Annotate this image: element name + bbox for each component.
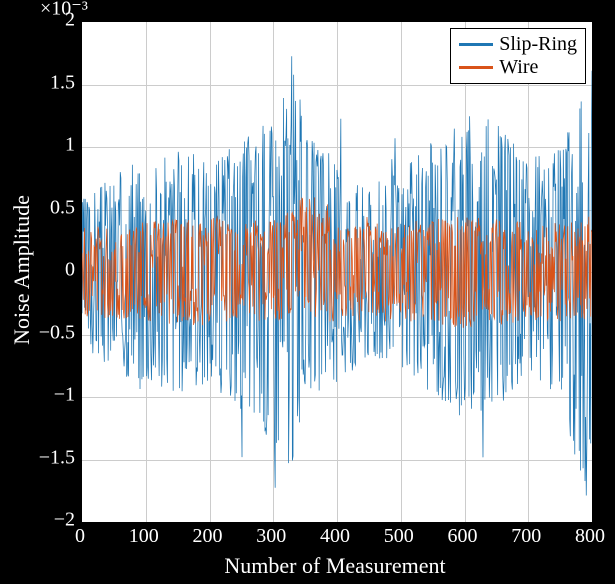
x-tick-label: 500 <box>384 525 414 548</box>
y-tick-label: 1 <box>15 134 75 157</box>
x-tick-label: 100 <box>129 525 159 548</box>
legend-swatch-wire <box>459 66 493 69</box>
y-axis-label: Noise Amplitude <box>9 195 35 345</box>
x-tick-label: 400 <box>320 525 350 548</box>
x-axis-label: Number of Measurement <box>224 553 445 579</box>
y-tick-label: −1 <box>15 384 75 407</box>
legend-item-wire: Wire <box>459 56 577 79</box>
legend-swatch-slip-ring <box>459 43 493 46</box>
x-tick-label: 700 <box>511 525 541 548</box>
legend-label: Wire <box>499 56 538 79</box>
x-tick-label: 0 <box>75 525 85 548</box>
x-tick-label: 200 <box>193 525 223 548</box>
y-tick-label: 2 <box>15 9 75 32</box>
legend: Slip-Ring Wire <box>450 28 586 84</box>
y-tick-label: −1.5 <box>15 446 75 469</box>
plot-area: Slip-Ring Wire <box>80 20 594 524</box>
x-tick-label: 300 <box>256 525 286 548</box>
legend-item-slip-ring: Slip-Ring <box>459 33 577 56</box>
legend-label: Slip-Ring <box>499 33 577 56</box>
chart-canvas <box>82 22 592 522</box>
y-tick-label: 1.5 <box>15 71 75 94</box>
x-tick-label: 600 <box>448 525 478 548</box>
y-tick-label: −2 <box>15 509 75 532</box>
x-tick-label: 800 <box>575 525 605 548</box>
